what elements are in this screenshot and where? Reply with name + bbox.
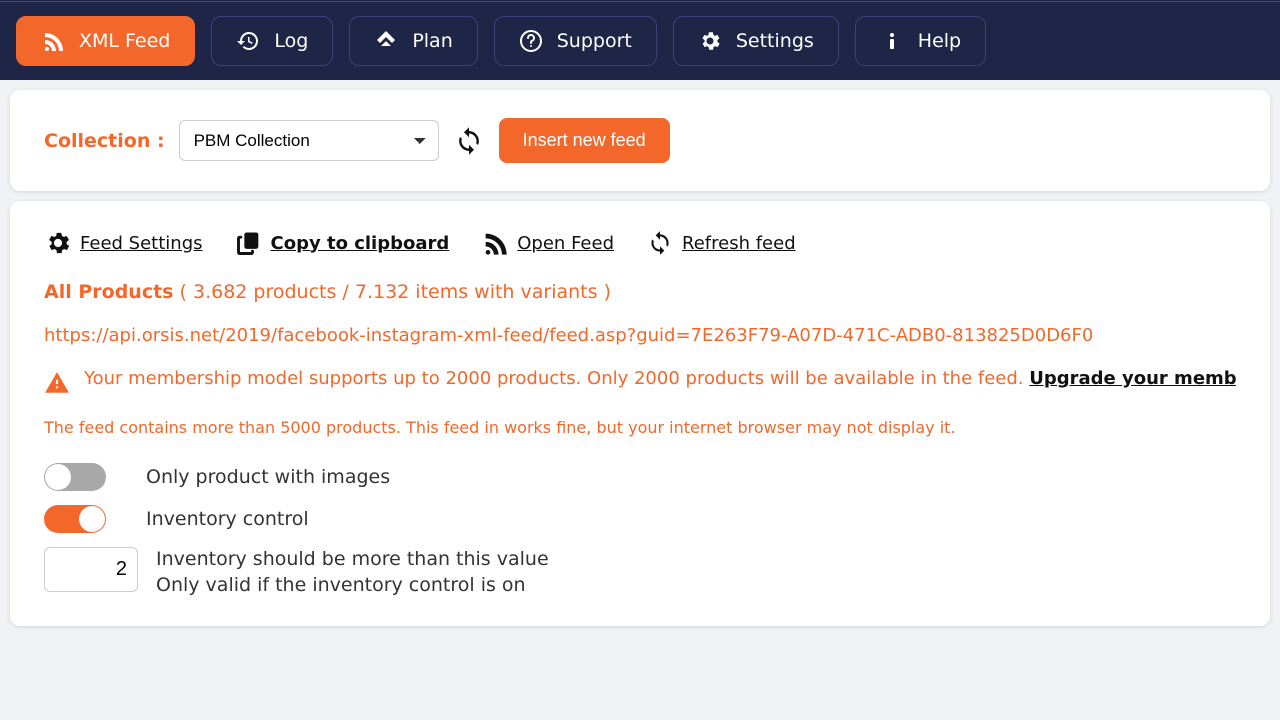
- clipboard-icon: [235, 229, 263, 257]
- nav-label: Help: [918, 30, 961, 52]
- collection-label: Collection :: [44, 130, 165, 152]
- inventory-threshold-input[interactable]: [44, 547, 138, 592]
- refresh-collection-button[interactable]: [453, 125, 485, 157]
- sync-icon: [454, 126, 484, 156]
- action-label: Open Feed: [517, 233, 614, 254]
- collection-select[interactable]: PBM Collection: [179, 120, 439, 161]
- nav-support[interactable]: Support: [494, 16, 657, 66]
- action-label: Refresh feed: [682, 233, 796, 254]
- action-label: Copy to clipboard: [271, 233, 450, 254]
- nav-label: Support: [557, 30, 632, 52]
- nav-settings[interactable]: Settings: [673, 16, 839, 66]
- rss-icon: [481, 229, 509, 257]
- only-images-label: Only product with images: [146, 466, 390, 488]
- nav-plan[interactable]: Plan: [349, 16, 477, 66]
- nav-help[interactable]: Help: [855, 16, 986, 66]
- nav-xml-feed[interactable]: XML Feed: [16, 16, 195, 66]
- info-icon: [880, 29, 904, 53]
- rss-icon: [41, 29, 65, 53]
- feed-settings-link[interactable]: Feed Settings: [44, 229, 203, 257]
- nav-log[interactable]: Log: [211, 16, 333, 66]
- upgrade-link[interactable]: Upgrade your membership model for m: [1029, 368, 1236, 389]
- feed-card: Feed Settings Copy to clipboard Open Fee…: [10, 201, 1270, 626]
- copy-to-clipboard-link[interactable]: Copy to clipboard: [235, 229, 450, 257]
- open-feed-link[interactable]: Open Feed: [481, 229, 614, 257]
- feed-url[interactable]: https://api.orsis.net/2019/facebook-inst…: [44, 325, 1236, 346]
- only-images-toggle[interactable]: [44, 463, 106, 491]
- nav-label: XML Feed: [79, 30, 170, 52]
- nav-label: Log: [274, 30, 308, 52]
- gear-icon: [698, 29, 722, 53]
- collection-card: Collection : PBM Collection Insert new f…: [10, 90, 1270, 191]
- question-circle-icon: [519, 29, 543, 53]
- refresh-feed-link[interactable]: Refresh feed: [646, 229, 796, 257]
- handshake-icon: [374, 29, 398, 53]
- sync-icon: [646, 229, 674, 257]
- gear-icon: [44, 229, 72, 257]
- inventory-description: Inventory should be more than this value…: [156, 547, 549, 598]
- inventory-label: Inventory control: [146, 508, 309, 530]
- inventory-control-toggle[interactable]: [44, 505, 106, 533]
- membership-warning: Your membership model supports up to 200…: [44, 368, 1236, 400]
- action-label: Feed Settings: [80, 233, 203, 254]
- browser-note: The feed contains more than 5000 product…: [44, 418, 1236, 437]
- product-count: All Products ( 3.682 products / 7.132 it…: [44, 281, 1236, 303]
- nav-label: Settings: [736, 30, 814, 52]
- top-nav: XML Feed Log Plan Support Settings Help: [0, 2, 1280, 80]
- warning-icon: [44, 370, 70, 400]
- nav-label: Plan: [412, 30, 452, 52]
- history-icon: [236, 29, 260, 53]
- insert-new-feed-button[interactable]: Insert new feed: [499, 118, 670, 163]
